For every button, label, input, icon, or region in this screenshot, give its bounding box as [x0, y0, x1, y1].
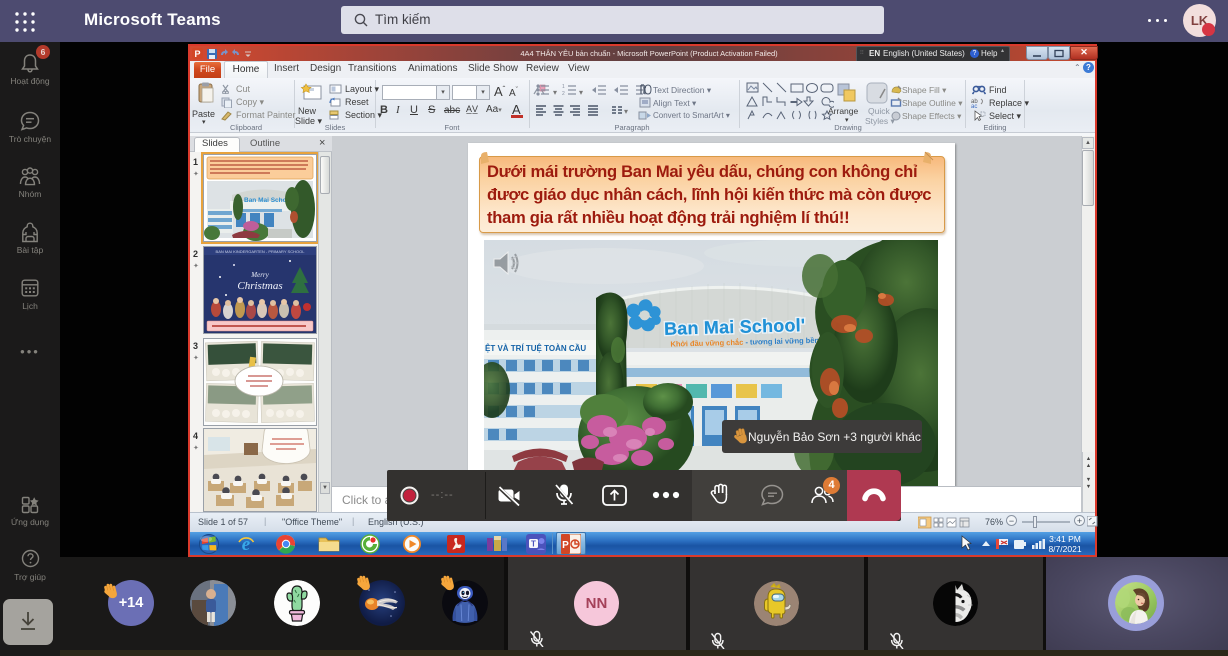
svg-text:BAN MAI KINDERGARTEN - PRIMARY: BAN MAI KINDERGARTEN - PRIMARY SCHOOL	[216, 249, 306, 254]
svg-text:1: 1	[562, 84, 565, 90]
svg-text:ỆT VÀ TRÍ TUỆ TOÀN CẦU: ỆT VÀ TRÍ TUỆ TOÀN CẦU	[485, 343, 586, 353]
svg-text:▾: ▾	[624, 107, 628, 116]
svg-text:T: T	[531, 540, 536, 549]
svg-text:▾: ▾	[579, 88, 583, 96]
svg-text:Christmas: Christmas	[237, 280, 282, 292]
svg-text:Ban Mai School': Ban Mai School'	[664, 315, 806, 339]
svg-text:P: P	[194, 49, 200, 59]
svg-text:Merry: Merry	[250, 271, 269, 279]
svg-text:P: P	[562, 540, 569, 551]
svg-text:2: 2	[562, 91, 565, 96]
svg-text:ac: ac	[971, 104, 977, 108]
svg-text:▾: ▾	[553, 88, 557, 96]
svg-text:e: e	[242, 534, 251, 554]
